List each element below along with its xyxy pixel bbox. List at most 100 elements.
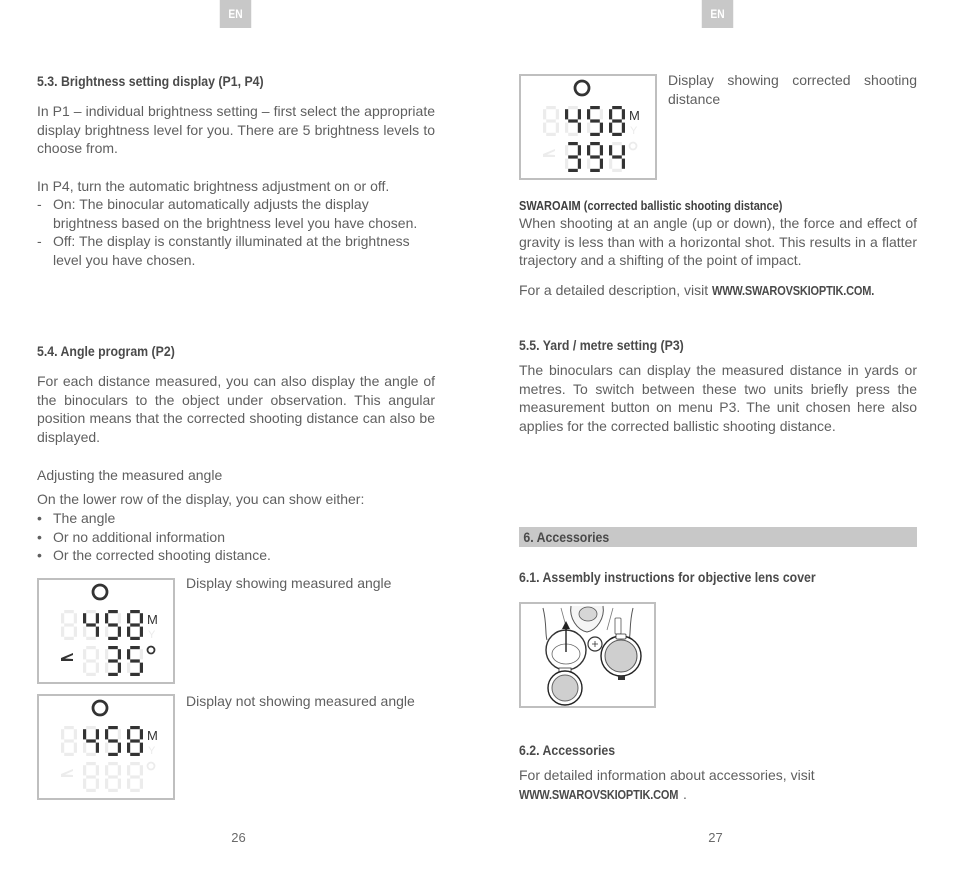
segment-c — [577, 122, 581, 133]
segment-g — [590, 119, 600, 123]
segment-e — [587, 122, 591, 133]
segment-c — [139, 742, 143, 753]
segment-b — [95, 613, 99, 624]
section-6-2-heading: 6.2. Accessories — [519, 742, 616, 758]
language-tab: EN — [219, 0, 252, 28]
segment-g — [130, 623, 140, 627]
segment-e — [83, 626, 87, 637]
segment-a — [108, 762, 118, 766]
segment-g — [86, 775, 96, 779]
unit-yard-label: Y — [630, 125, 638, 137]
segment-e — [127, 626, 131, 637]
segment-g — [108, 739, 118, 743]
segment-f — [105, 649, 109, 660]
bottom-digit — [105, 762, 121, 792]
unit-metre-label: M — [147, 612, 158, 627]
segment-e — [61, 626, 65, 637]
segment-g — [64, 623, 74, 627]
segment-f — [565, 145, 569, 156]
segment-c — [139, 778, 143, 789]
segment-f — [127, 729, 131, 740]
segment-d — [108, 636, 118, 640]
list-item: • The angle — [37, 510, 116, 526]
segment-g — [130, 739, 140, 743]
segment-a — [64, 726, 74, 730]
segment-d — [612, 168, 622, 172]
segment-b — [73, 613, 77, 624]
segment-f — [565, 109, 569, 120]
segment-d — [108, 672, 118, 676]
segment-f — [127, 649, 131, 660]
section-5-3-para2: In P4, turn the automatic brightness adj… — [37, 178, 390, 194]
segment-b — [621, 109, 625, 120]
binocular-lens-cover-icon — [542, 605, 642, 706]
segment-f — [127, 613, 131, 624]
segment-d — [130, 788, 140, 792]
page-number: 27 — [708, 830, 723, 845]
segment-d — [568, 168, 578, 172]
segment-d — [612, 132, 622, 136]
swaroaim-text: When shooting at an angle (up or down), … — [519, 215, 917, 269]
swarovski-link[interactable]: WWW.SWAROVSKIOPTIK.COM. — [712, 282, 874, 301]
segment-f — [83, 613, 87, 624]
segment-g — [612, 119, 622, 123]
top-digit — [83, 726, 99, 756]
display-corrected-caption: Display showing corrected shooting dista… — [668, 72, 917, 107]
segment-a — [130, 646, 140, 650]
segment-e — [105, 742, 109, 753]
segment-g — [108, 659, 118, 663]
angle-icon — [543, 149, 555, 157]
segment-b — [139, 765, 143, 776]
segment-c — [555, 122, 559, 133]
segment-e — [543, 122, 547, 133]
top-digit — [83, 610, 99, 640]
segment-e — [105, 626, 109, 637]
ring-icon — [91, 699, 109, 717]
lens-cover-illustration — [519, 602, 656, 708]
section-6-2-link-line: WWW.SWAROVSKIOPTIK.COM. — [519, 785, 917, 805]
segment-g — [130, 775, 140, 779]
segment-c — [621, 158, 625, 169]
segment-b — [117, 765, 121, 776]
segment-a — [130, 726, 140, 730]
brightness-options-list: - On: The binocular automatically adjusts… — [37, 195, 435, 270]
list-item: • Or no additional information — [37, 528, 225, 545]
segment-c — [117, 662, 121, 673]
swarovski-accessories-link[interactable]: WWW.SWAROVSKIOPTIK.COM — [519, 786, 678, 805]
top-digit — [61, 610, 77, 640]
lcd-screen: MY — [543, 79, 640, 172]
segment-d — [64, 752, 74, 756]
segment-d — [108, 788, 118, 792]
segment-a — [64, 610, 74, 614]
segment-f — [587, 145, 591, 156]
segment-f — [61, 729, 65, 740]
section-6-bar: 6. Accessories — [519, 527, 917, 547]
segment-e — [609, 158, 613, 169]
segment-a — [86, 726, 96, 730]
segment-a — [86, 610, 96, 614]
section-5-5-heading: 5.5. Yard / metre setting (P3) — [519, 337, 684, 353]
segment-b — [73, 729, 77, 740]
segment-g — [568, 155, 578, 159]
list-item: - On: The binocular automatically adjusts… — [37, 196, 418, 231]
swaroaim-visit: For a detailed description, visit WWW.SW… — [519, 281, 939, 301]
segment-g — [86, 623, 96, 627]
segment-c — [577, 158, 581, 169]
bottom-digit — [83, 762, 99, 792]
segment-g — [86, 659, 96, 663]
top-digit — [105, 610, 121, 640]
segment-b — [95, 729, 99, 740]
segment-c — [95, 742, 99, 753]
section-5-4-para2: On the lower row of the display, you can… — [37, 491, 365, 507]
segment-d — [86, 672, 96, 676]
section-5-4-subheading: Adjusting the measured angle — [37, 467, 223, 483]
degree-icon — [628, 141, 638, 151]
segment-e — [127, 742, 131, 753]
segment-c — [73, 742, 77, 753]
segment-c — [117, 778, 121, 789]
segment-f — [609, 145, 613, 156]
segment-c — [599, 158, 603, 169]
segment-b — [117, 649, 121, 660]
segment-a — [612, 106, 622, 110]
segment-e — [127, 662, 131, 673]
